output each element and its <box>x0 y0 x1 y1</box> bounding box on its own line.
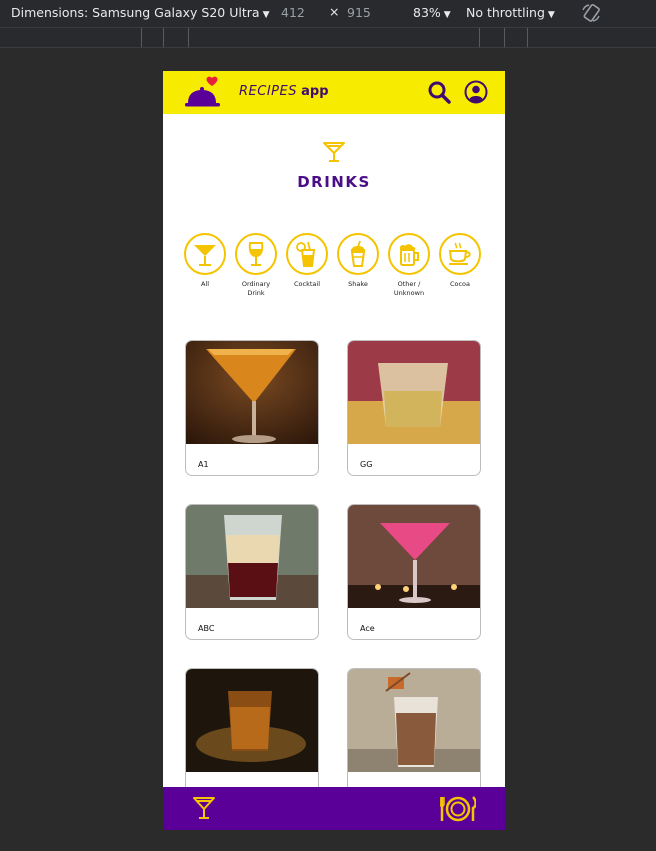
throttling-value: No throttling <box>466 5 545 20</box>
chevron-down-icon: ▼ <box>443 10 451 20</box>
device-label: Dimensions: Samsung Galaxy S20 Ultra <box>11 5 260 20</box>
martini-glass-icon <box>184 233 226 275</box>
chevron-down-icon: ▼ <box>262 10 270 20</box>
drink-name: GG <box>360 460 373 469</box>
chevron-down-icon: ▼ <box>547 10 555 20</box>
brand-recipes: RECIPES <box>239 84 297 99</box>
zoom-value: 83% <box>413 5 441 20</box>
filter-cocoa[interactable]: Cocoa <box>437 233 483 289</box>
device-selector[interactable]: Dimensions: Samsung Galaxy S20 Ultra ▼ <box>11 5 269 20</box>
app-viewport: RECIPES app DRINKS All Ordinary Drink Co… <box>163 71 505 830</box>
app-header: RECIPES app <box>163 71 505 114</box>
filter-shake[interactable]: Shake <box>335 233 381 289</box>
brand-app: app <box>301 84 329 99</box>
filter-all[interactable]: All <box>182 233 228 289</box>
drink-card[interactable] <box>185 668 319 804</box>
drink-photo <box>186 669 318 772</box>
filter-label: Shake <box>348 280 368 288</box>
filter-label: Cocoa <box>449 280 471 288</box>
bottom-nav <box>163 787 505 830</box>
drinks-nav-icon[interactable] <box>193 796 215 824</box>
rotate-icon[interactable] <box>580 2 602 27</box>
app-brand: RECIPES app <box>239 84 329 99</box>
throttling-selector[interactable]: No throttling ▼ <box>466 5 555 20</box>
drink-photo <box>348 505 480 608</box>
drink-card[interactable]: GG <box>347 340 481 476</box>
filter-label: Other / Unknown <box>393 280 425 297</box>
cocktail-straw-icon <box>286 233 328 275</box>
media-query-ruler <box>0 28 656 48</box>
drink-card[interactable] <box>347 668 481 804</box>
filter-ordinary-drink[interactable]: Ordinary Drink <box>233 233 279 298</box>
times-sign: × <box>329 4 340 19</box>
filter-cocktail[interactable]: Cocktail <box>284 233 330 289</box>
martini-title-icon <box>323 141 345 167</box>
drink-name: Ace <box>360 624 375 633</box>
drink-name: ABC <box>198 624 215 633</box>
devtools-toolbar: Dimensions: Samsung Galaxy S20 Ultra ▼ 41… <box>0 0 656 28</box>
drink-photo <box>348 341 480 444</box>
width-input[interactable]: 412 <box>281 5 305 20</box>
height-input[interactable]: 915 <box>347 5 371 20</box>
filter-label: All <box>200 280 210 288</box>
filter-label: Ordinary Drink <box>241 280 271 297</box>
drink-photo <box>186 505 318 608</box>
beer-mug-icon <box>388 233 430 275</box>
drink-card[interactable]: ABC <box>185 504 319 640</box>
cloche-logo-icon[interactable] <box>183 75 223 113</box>
search-icon[interactable] <box>427 80 451 108</box>
drink-card[interactable]: Ace <box>347 504 481 640</box>
filter-other-unknown[interactable]: Other / Unknown <box>386 233 432 298</box>
filter-label: Cocktail <box>294 280 320 288</box>
drink-name: A1 <box>198 460 209 469</box>
plate-cutlery-icon[interactable] <box>439 795 477 827</box>
wine-glass-icon <box>235 233 277 275</box>
profile-icon[interactable] <box>464 80 488 108</box>
shake-cup-icon <box>337 233 379 275</box>
drink-photo <box>348 669 480 772</box>
drink-photo <box>186 341 318 444</box>
page-title: DRINKS <box>297 173 371 191</box>
zoom-selector[interactable]: 83% ▼ <box>413 5 451 20</box>
coffee-cup-icon <box>439 233 481 275</box>
drink-card[interactable]: A1 <box>185 340 319 476</box>
